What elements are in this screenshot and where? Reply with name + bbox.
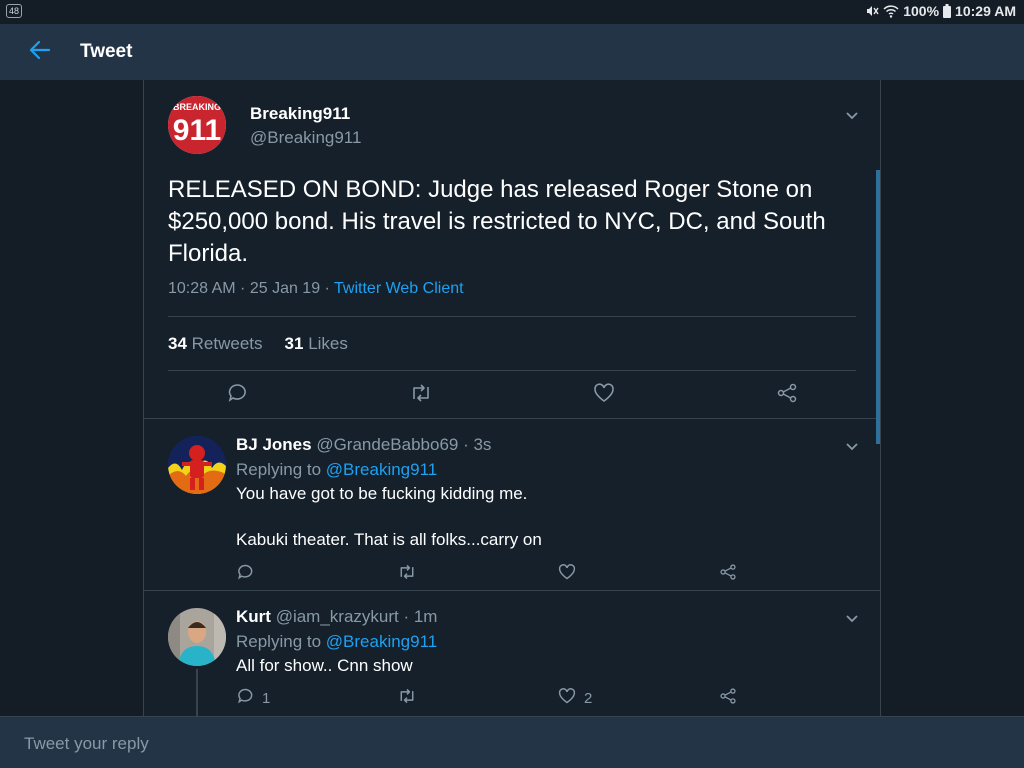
reply-count: 1	[262, 689, 271, 707]
reply-composer	[0, 716, 1024, 768]
share-button[interactable]	[719, 687, 737, 709]
retweet-count: 34	[168, 334, 187, 353]
clock: 10:29 AM	[955, 3, 1016, 19]
main-tweet: BREAKING 911 Breaking911 @Breaking911 RE…	[144, 80, 880, 419]
like-count: 31	[284, 334, 304, 353]
thread-line	[196, 669, 198, 716]
reply-input[interactable]	[24, 731, 1004, 757]
avatar-text-top: BREAKING	[173, 102, 221, 112]
battery-level: 100%	[903, 3, 940, 19]
like-icon	[558, 687, 576, 709]
reply-text-line1: You have got to be fucking kidding me.	[236, 484, 528, 503]
reply-header: BJ Jones @GrandeBabbo69 · 3s	[236, 435, 491, 455]
reply-icon	[236, 563, 254, 585]
reply-tweet[interactable]: Kurt @iam_krazykurt · 1m Replying to @Br…	[144, 591, 880, 716]
reply-text-line2: Kabuki theater. That is all folks...carr…	[236, 530, 542, 549]
status-bar: 48 100% 10:29 AM	[0, 0, 1024, 24]
reply-author-name[interactable]: Kurt	[236, 607, 271, 626]
reply-icon	[236, 687, 254, 709]
reply-button[interactable]: 1	[236, 687, 270, 709]
share-icon	[776, 382, 798, 408]
like-count: 2	[584, 689, 593, 707]
reply-tweet[interactable]: BJ Jones @GrandeBabbo69 · 3s Replying to…	[144, 419, 880, 591]
app-bar: Tweet	[0, 24, 1024, 80]
reply-header: Kurt @iam_krazykurt · 1m	[236, 607, 437, 627]
like-button[interactable]	[558, 563, 576, 585]
status-indicators: 100% 10:29 AM	[865, 3, 1016, 19]
like-button[interactable]	[593, 382, 615, 408]
retweet-icon	[409, 382, 433, 408]
avatar[interactable]	[168, 608, 226, 666]
author-name[interactable]: Breaking911	[250, 104, 350, 124]
chevron-down-icon[interactable]	[843, 437, 861, 455]
share-button[interactable]	[776, 382, 798, 408]
battery-icon	[943, 4, 952, 18]
reply-icon	[226, 382, 248, 408]
replying-to-label: Replying to	[236, 460, 326, 479]
tweet-text: RELEASED ON BOND: Judge has released Rog…	[168, 176, 826, 267]
mention-link[interactable]: @Breaking911	[326, 460, 437, 479]
avatar[interactable]: BREAKING 911	[168, 96, 226, 154]
divider	[168, 316, 856, 317]
mute-icon	[865, 4, 879, 18]
retweet-button[interactable]	[397, 563, 417, 585]
retweet-button[interactable]	[397, 687, 417, 709]
chevron-down-icon[interactable]	[843, 609, 861, 627]
tweet-actions	[144, 382, 880, 410]
replying-to: Replying to @Breaking911	[236, 460, 437, 480]
tweet-client-link[interactable]: Twitter Web Client	[334, 280, 464, 297]
like-label: Likes	[308, 334, 348, 353]
reply-button[interactable]	[226, 382, 248, 408]
retweet-label: Retweets	[191, 334, 263, 353]
tweet-thread[interactable]: BREAKING 911 Breaking911 @Breaking911 RE…	[143, 80, 881, 716]
author-handle[interactable]: @Breaking911	[250, 128, 361, 148]
notification-badge: 48	[6, 4, 23, 18]
reply-button[interactable]	[236, 563, 254, 585]
retweets-stat[interactable]: 34 Retweets	[168, 334, 263, 354]
share-icon	[719, 687, 737, 709]
avatar[interactable]	[168, 436, 226, 494]
reply-text-line1: All for show.. Cnn show	[236, 656, 413, 675]
like-icon	[558, 563, 576, 585]
reply-author-name[interactable]: BJ Jones	[236, 435, 312, 454]
avatar-text-big: 911	[173, 114, 221, 147]
like-icon	[593, 382, 615, 408]
reply-author-handle: @GrandeBabbo69 · 3s	[316, 435, 492, 454]
replying-to: Replying to @Breaking911	[236, 632, 437, 652]
mention-link[interactable]: @Breaking911	[326, 632, 437, 651]
back-button[interactable]	[0, 24, 80, 80]
tweet-timestamp: 10:28 AM · 25 Jan 19 ·	[168, 280, 335, 297]
tweet-meta: 10:28 AM · 25 Jan 19 · Twitter Web Clien…	[168, 280, 464, 298]
retweet-icon	[397, 563, 417, 585]
page-title: Tweet	[80, 41, 133, 62]
share-button[interactable]	[719, 563, 737, 585]
tweet-stats: 34 Retweets 31 Likes	[168, 334, 348, 354]
back-arrow-icon	[28, 38, 52, 67]
likes-stat[interactable]: 31 Likes	[285, 334, 348, 354]
retweet-icon	[397, 687, 417, 709]
share-icon	[719, 563, 737, 585]
divider	[168, 370, 856, 371]
reply-author-handle: @iam_krazykurt · 1m	[275, 607, 438, 626]
chevron-down-icon[interactable]	[843, 106, 861, 124]
replying-to-label: Replying to	[236, 632, 326, 651]
like-button[interactable]: 2	[558, 687, 592, 709]
retweet-button[interactable]	[409, 382, 433, 408]
wifi-icon	[883, 4, 899, 18]
scrollbar[interactable]	[876, 170, 880, 444]
